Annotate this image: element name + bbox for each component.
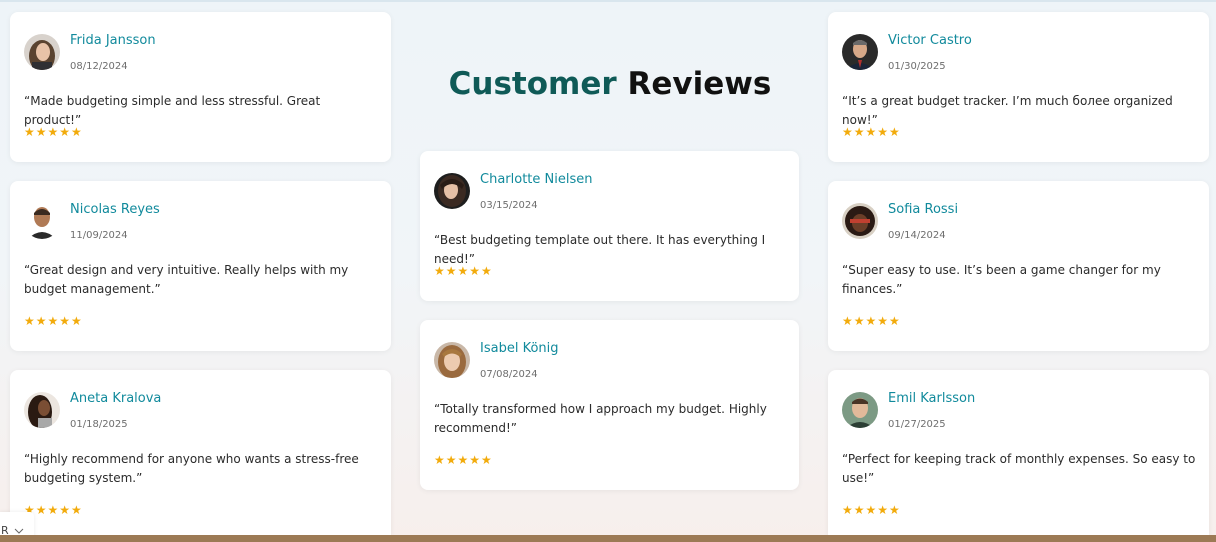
reviewer-name: Nicolas Reyes bbox=[70, 202, 160, 217]
star-rating: ★★★★★ bbox=[842, 314, 901, 328]
review-date: 09/14/2024 bbox=[888, 230, 946, 241]
reviewer-name: Frida Jansson bbox=[70, 33, 156, 48]
review-card-nicolas: Nicolas Reyes 11/09/2024 “Great design a… bbox=[10, 181, 391, 351]
avatar bbox=[842, 203, 878, 239]
review-card-sofia: Sofia Rossi 09/14/2024 “Super easy to us… bbox=[828, 181, 1209, 351]
reviewer-name: Charlotte Nielsen bbox=[480, 172, 593, 187]
reviewer-name: Isabel König bbox=[480, 341, 559, 356]
star-rating: ★★★★★ bbox=[434, 264, 493, 278]
review-card-aneta: Aneta Kralova 01/18/2025 “Highly recomme… bbox=[10, 370, 391, 542]
review-date: 07/08/2024 bbox=[480, 369, 538, 380]
avatar bbox=[842, 34, 878, 70]
reviewer-name: Aneta Kralova bbox=[70, 391, 162, 406]
review-date: 01/18/2025 bbox=[70, 419, 128, 430]
review-card-victor: Victor Castro 01/30/2025 “It’s a great b… bbox=[828, 12, 1209, 162]
avatar bbox=[24, 392, 60, 428]
review-date: 03/15/2024 bbox=[480, 200, 538, 211]
star-rating: ★★★★★ bbox=[842, 125, 901, 139]
heading-word-reviews: Reviews bbox=[627, 66, 772, 102]
review-text: “Super easy to use. It’s been a game cha… bbox=[842, 263, 1161, 296]
review-date: 01/27/2025 bbox=[888, 419, 946, 430]
review-text: “Great design and very intuitive. Really… bbox=[24, 263, 349, 296]
star-rating: ★★★★★ bbox=[24, 125, 83, 139]
avatar bbox=[842, 392, 878, 428]
avatar bbox=[24, 203, 60, 239]
footer-bar bbox=[0, 535, 1216, 542]
review-date: 11/09/2024 bbox=[70, 230, 128, 241]
review-card-charlotte: Charlotte Nielsen 03/15/2024 “Best budge… bbox=[420, 151, 799, 301]
top-border bbox=[0, 0, 1216, 2]
avatar bbox=[434, 342, 470, 378]
star-rating: ★★★★★ bbox=[842, 503, 901, 517]
reviewer-name: Emil Karlsson bbox=[888, 391, 976, 406]
review-card-frida: Frida Jansson 08/12/2024 “Made budgeting… bbox=[10, 12, 391, 162]
reviewer-name: Sofia Rossi bbox=[888, 202, 959, 217]
avatar bbox=[434, 173, 470, 209]
review-text: “Highly recommend for anyone who wants a… bbox=[24, 452, 359, 485]
reviewer-name: Victor Castro bbox=[888, 33, 972, 48]
review-card-isabel: Isabel König 07/08/2024 “Totally transfo… bbox=[420, 320, 799, 490]
review-text: “Totally transformed how I approach my b… bbox=[434, 402, 767, 435]
review-text: “Perfect for keeping track of monthly ex… bbox=[842, 452, 1196, 485]
star-rating: ★★★★★ bbox=[24, 314, 83, 328]
heading-word-customer: Customer bbox=[448, 66, 617, 102]
avatar bbox=[24, 34, 60, 70]
review-card-emil: Emil Karlsson 01/27/2025 “Perfect for ke… bbox=[828, 370, 1209, 542]
section-heading: Customer Reviews bbox=[420, 66, 800, 102]
review-date: 08/12/2024 bbox=[70, 61, 128, 72]
review-date: 01/30/2025 bbox=[888, 61, 946, 72]
star-rating: ★★★★★ bbox=[434, 453, 493, 467]
